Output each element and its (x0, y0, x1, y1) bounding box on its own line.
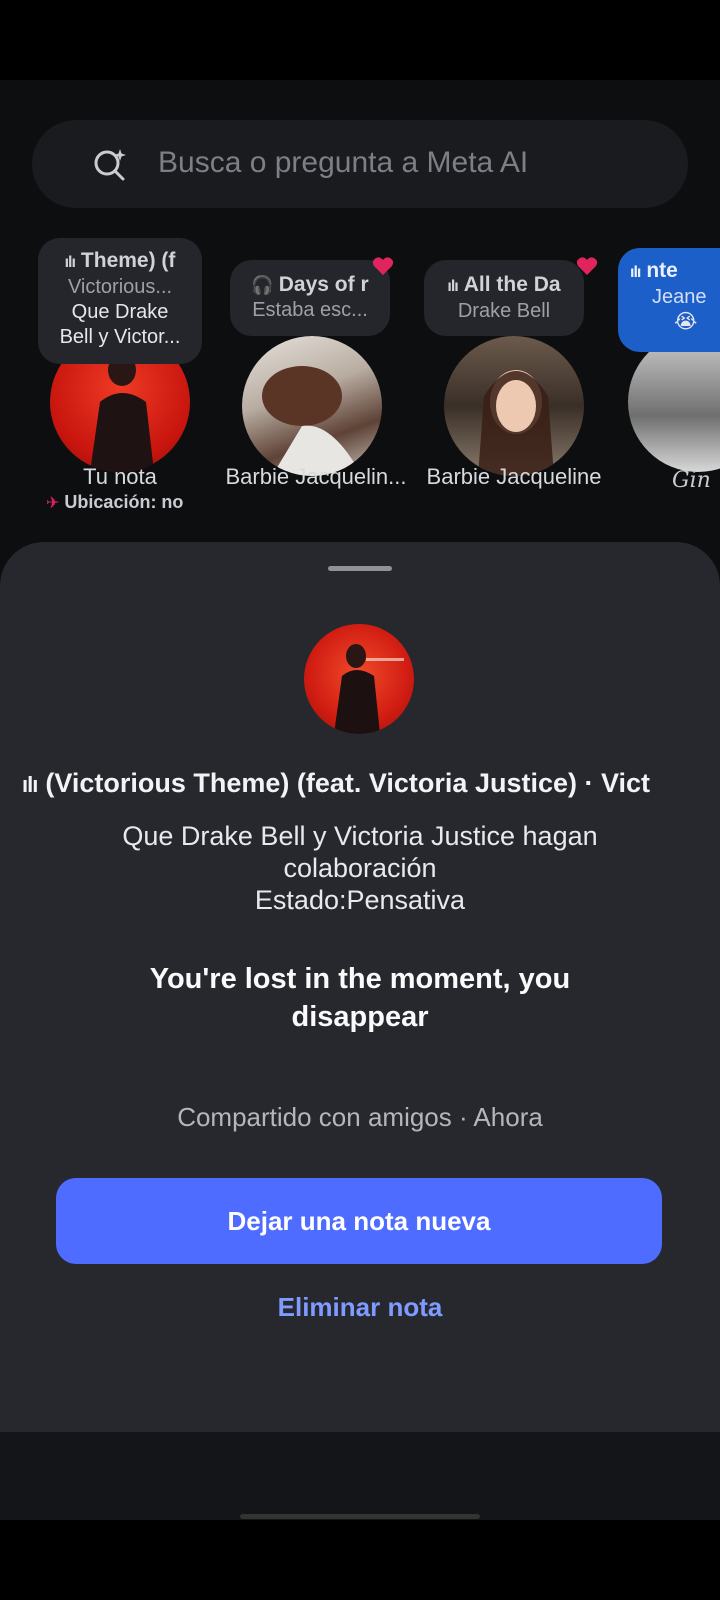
note-music-track[interactable]: ılı (Victorious Theme) (feat. Victoria Ju… (22, 768, 692, 808)
notes-tray: ılı Theme) (f Victorious... Que Drake Bel… (0, 236, 720, 526)
friend-name: Gin (672, 468, 711, 493)
note-text-line: Que Drake (71, 301, 169, 323)
location-status-text: Ubicación: no (64, 492, 184, 512)
note-song-artist: Victorious... (67, 276, 173, 298)
friend-note-bubble[interactable]: ılı All the Da Drake Bell (424, 260, 584, 336)
system-nav-area (0, 1432, 720, 1520)
note-song-title: All the Da (463, 273, 561, 296)
note-song-artist: Jeane (652, 286, 707, 308)
note-text: Que Drake Bell y Victoria Justice hagan … (60, 820, 660, 916)
sheet-drag-handle[interactable] (328, 566, 392, 571)
meta-ai-search-icon (94, 149, 126, 181)
location-status: ✈ Ubicación: no (46, 492, 183, 513)
friend-note-bubble[interactable]: ılı nte Jeane 😭 (618, 248, 720, 352)
song-lyrics: You're lost in the moment, you disappear (149, 963, 571, 1033)
person-photo-icon (262, 366, 362, 476)
note-friend-2[interactable]: ılı All the Da Drake Bell Barbie Jacqueli… (414, 236, 614, 526)
music-track-text: (Victorious Theme) (feat. Victoria Justi… (45, 768, 651, 798)
friend-name: Barbie Jacqueline (426, 464, 602, 489)
note-text-line: colaboración (283, 853, 437, 883)
location-off-icon: ✈ (46, 495, 60, 512)
friend-avatar (444, 336, 584, 476)
note-own[interactable]: ılı Theme) (f Victorious... Que Drake Bel… (0, 236, 240, 526)
note-text-line: Estado:Pensativa (254, 885, 466, 915)
friend-note-bubble[interactable]: 🎧 Days of r Estaba esc... (230, 260, 390, 336)
music-bars-icon: ılı (22, 772, 38, 797)
home-indicator[interactable] (240, 1514, 480, 1519)
delete-note-button[interactable]: Eliminar nota (200, 1282, 520, 1332)
friend-avatar (242, 336, 382, 476)
note-text-line: Estaba esc... (252, 299, 368, 321)
note-friend-3[interactable]: ılı nte Jeane 😭 Gin (618, 236, 720, 526)
friend-avatar (628, 332, 720, 472)
search-placeholder: Busca o pregunta a Meta AI (158, 146, 529, 179)
note-bottom-sheet: ılı (Victorious Theme) (feat. Victoria Ju… (0, 542, 720, 1432)
sharing-status: Compartido con amigos · Ahora (177, 1102, 543, 1132)
meta-ai-search-bar[interactable]: Busca o pregunta a Meta AI (32, 120, 688, 208)
note-owner-name: Tu nota (83, 464, 157, 489)
music-bars-icon: ılı (630, 264, 641, 281)
headphones-icon: 🎧 (251, 275, 273, 295)
note-song-title: nte (646, 259, 678, 282)
heart-icon (372, 257, 394, 275)
status-bar (0, 0, 720, 80)
music-bars-icon: ılı (447, 278, 458, 295)
own-note-bubble[interactable]: ılı Theme) (f Victorious... Que Drake Bel… (38, 238, 202, 364)
person-photo-icon (478, 370, 554, 476)
leave-new-note-button[interactable]: Dejar una nota nueva (56, 1178, 662, 1264)
music-bars-icon: ılı (64, 254, 76, 271)
bottom-bar (0, 1520, 720, 1600)
note-text-line: Que Drake Bell y Victoria Justice hagan (122, 821, 598, 851)
person-silhouette-icon (334, 644, 404, 734)
note-text-line: Bell y Victor... (59, 326, 181, 348)
crying-emoji-icon: 😭 (674, 311, 698, 333)
heart-icon (576, 257, 598, 275)
friend-name: Barbie Jacquelin... (225, 464, 407, 489)
note-song-title: Theme) (f (80, 249, 176, 272)
note-song-artist: Drake Bell (457, 300, 551, 322)
note-avatar (304, 624, 414, 734)
note-friend-1[interactable]: 🎧 Days of r Estaba esc... Barbie Jacqueli… (216, 236, 416, 526)
note-song-title: Days of r (278, 273, 369, 296)
screen: Busca o pregunta a Meta AI ılı Theme) (f … (0, 0, 720, 1600)
